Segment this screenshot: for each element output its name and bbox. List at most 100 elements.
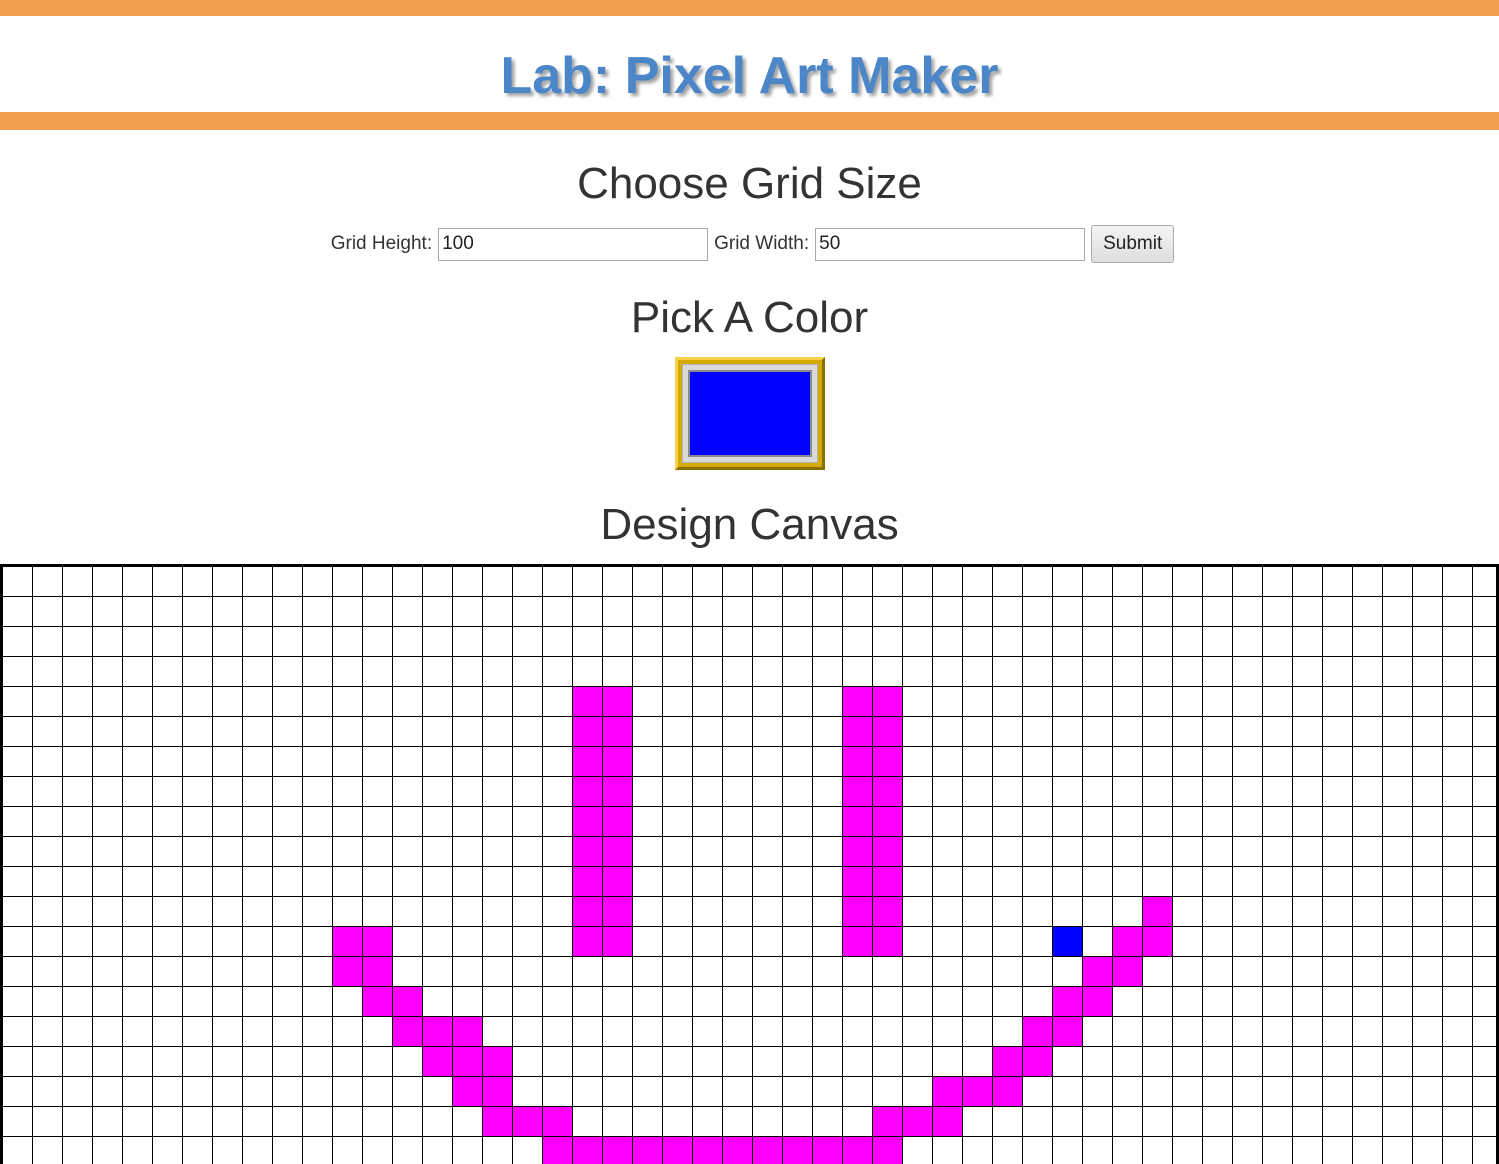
- pixel-cell[interactable]: [1413, 687, 1443, 717]
- pixel-cell[interactable]: [753, 1047, 783, 1077]
- pixel-cell[interactable]: [813, 627, 843, 657]
- pixel-cell[interactable]: [1083, 1017, 1113, 1047]
- pixel-cell[interactable]: [993, 717, 1023, 747]
- pixel-cell[interactable]: [723, 1017, 753, 1047]
- pixel-cell[interactable]: [513, 687, 543, 717]
- pixel-cell[interactable]: [813, 957, 843, 987]
- pixel-cell[interactable]: [723, 1047, 753, 1077]
- pixel-cell[interactable]: [663, 1077, 693, 1107]
- pixel-cell[interactable]: [1323, 927, 1353, 957]
- pixel-cell[interactable]: [303, 777, 333, 807]
- pixel-cell[interactable]: [1233, 657, 1263, 687]
- pixel-cell[interactable]: [573, 717, 603, 747]
- pixel-cell[interactable]: [903, 1017, 933, 1047]
- pixel-cell[interactable]: [1323, 747, 1353, 777]
- pixel-cell[interactable]: [723, 927, 753, 957]
- pixel-cell[interactable]: [1233, 1107, 1263, 1137]
- pixel-cell[interactable]: [1233, 777, 1263, 807]
- pixel-cell[interactable]: [1413, 1137, 1443, 1164]
- pixel-cell[interactable]: [333, 1077, 363, 1107]
- pixel-cell[interactable]: [843, 867, 873, 897]
- pixel-cell[interactable]: [183, 1047, 213, 1077]
- pixel-cell[interactable]: [1263, 1107, 1293, 1137]
- pixel-cell[interactable]: [1173, 597, 1203, 627]
- pixel-cell[interactable]: [3, 657, 33, 687]
- pixel-cell[interactable]: [363, 1047, 393, 1077]
- pixel-cell[interactable]: [1263, 1137, 1293, 1164]
- pixel-cell[interactable]: [483, 1077, 513, 1107]
- pixel-cell[interactable]: [723, 1107, 753, 1137]
- pixel-cell[interactable]: [183, 957, 213, 987]
- pixel-cell[interactable]: [1053, 747, 1083, 777]
- pixel-cell[interactable]: [453, 807, 483, 837]
- pixel-cell[interactable]: [333, 567, 363, 597]
- pixel-cell[interactable]: [123, 1017, 153, 1047]
- pixel-cell[interactable]: [243, 747, 273, 777]
- pixel-cell[interactable]: [63, 1107, 93, 1137]
- pixel-cell[interactable]: [1473, 717, 1496, 747]
- pixel-cell[interactable]: [1473, 687, 1496, 717]
- pixel-cell[interactable]: [1413, 867, 1443, 897]
- pixel-cell[interactable]: [783, 897, 813, 927]
- pixel-cell[interactable]: [123, 1137, 153, 1164]
- pixel-cell[interactable]: [1233, 957, 1263, 987]
- pixel-cell[interactable]: [33, 627, 63, 657]
- pixel-cell[interactable]: [423, 717, 453, 747]
- pixel-cell[interactable]: [723, 957, 753, 987]
- pixel-cell[interactable]: [153, 957, 183, 987]
- pixel-cell[interactable]: [1383, 1137, 1413, 1164]
- pixel-cell[interactable]: [303, 1107, 333, 1137]
- pixel-cell[interactable]: [33, 1017, 63, 1047]
- pixel-cell[interactable]: [1473, 987, 1496, 1017]
- pixel-cell[interactable]: [723, 897, 753, 927]
- pixel-cell[interactable]: [963, 1107, 993, 1137]
- pixel-cell[interactable]: [213, 627, 243, 657]
- pixel-cell[interactable]: [243, 1017, 273, 1047]
- pixel-cell[interactable]: [1323, 957, 1353, 987]
- submit-button[interactable]: Submit: [1091, 225, 1175, 263]
- pixel-cell[interactable]: [783, 567, 813, 597]
- pixel-cell[interactable]: [1263, 927, 1293, 957]
- pixel-cell[interactable]: [603, 1137, 633, 1164]
- pixel-cell[interactable]: [843, 777, 873, 807]
- pixel-cell[interactable]: [1023, 657, 1053, 687]
- pixel-cell[interactable]: [1053, 657, 1083, 687]
- pixel-cell[interactable]: [1383, 687, 1413, 717]
- pixel-cell[interactable]: [813, 687, 843, 717]
- pixel-cell[interactable]: [123, 927, 153, 957]
- pixel-cell[interactable]: [633, 837, 663, 867]
- pixel-cell[interactable]: [1083, 717, 1113, 747]
- pixel-cell[interactable]: [513, 717, 543, 747]
- pixel-cell[interactable]: [1443, 1077, 1473, 1107]
- pixel-cell[interactable]: [963, 627, 993, 657]
- pixel-cell[interactable]: [423, 567, 453, 597]
- pixel-cell[interactable]: [1293, 657, 1323, 687]
- pixel-cell[interactable]: [333, 1017, 363, 1047]
- pixel-cell[interactable]: [873, 687, 903, 717]
- pixel-cell[interactable]: [813, 1017, 843, 1047]
- pixel-cell[interactable]: [63, 1137, 93, 1164]
- pixel-cell[interactable]: [1353, 567, 1383, 597]
- pixel-cell[interactable]: [543, 837, 573, 867]
- pixel-cell[interactable]: [963, 657, 993, 687]
- pixel-cell[interactable]: [633, 927, 663, 957]
- pixel-cell[interactable]: [873, 717, 903, 747]
- pixel-cell[interactable]: [753, 807, 783, 837]
- pixel-cell[interactable]: [1473, 1047, 1496, 1077]
- pixel-cell[interactable]: [693, 1107, 723, 1137]
- pixel-cell[interactable]: [1353, 597, 1383, 627]
- pixel-cell[interactable]: [873, 1077, 903, 1107]
- pixel-cell[interactable]: [453, 597, 483, 627]
- pixel-cell[interactable]: [1323, 597, 1353, 627]
- pixel-cell[interactable]: [1263, 627, 1293, 657]
- pixel-cell[interactable]: [1083, 777, 1113, 807]
- pixel-cell[interactable]: [303, 747, 333, 777]
- grid-height-input[interactable]: [438, 227, 709, 261]
- pixel-cell[interactable]: [903, 627, 933, 657]
- pixel-cell[interactable]: [63, 777, 93, 807]
- pixel-cell[interactable]: [243, 567, 273, 597]
- pixel-cell[interactable]: [543, 1137, 573, 1164]
- pixel-cell[interactable]: [3, 897, 33, 927]
- pixel-cell[interactable]: [3, 927, 33, 957]
- pixel-cell[interactable]: [1143, 687, 1173, 717]
